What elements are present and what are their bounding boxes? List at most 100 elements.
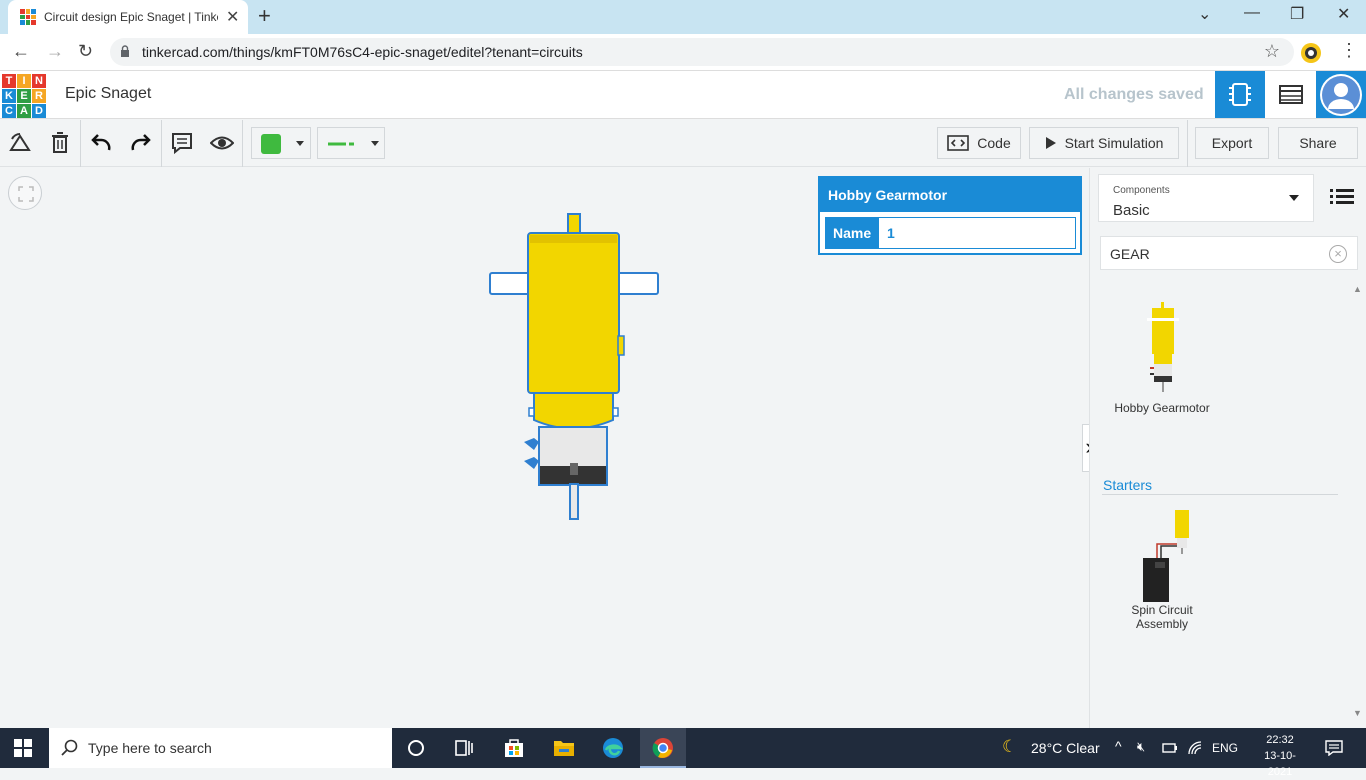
back-icon[interactable]: ← bbox=[12, 41, 30, 62]
chrome-taskbar-item[interactable] bbox=[640, 728, 686, 768]
chevron-down-icon bbox=[371, 141, 379, 146]
breadboard-icon bbox=[1229, 83, 1251, 106]
visibility-eye-icon[interactable] bbox=[210, 130, 234, 156]
notifications-icon[interactable] bbox=[1325, 740, 1343, 756]
address-bar: ← → ↻ tinkercad.com/things/kmFT0M76sC4-e… bbox=[0, 34, 1366, 71]
browser-tab-strip: Circuit design Epic Snaget | Tinke ✕ + ⌄… bbox=[0, 0, 1366, 34]
clock-time: 22:32 bbox=[1266, 734, 1294, 746]
export-button[interactable]: Export bbox=[1195, 127, 1269, 159]
component-inspector: Hobby Gearmotor Name 1 bbox=[818, 176, 1082, 255]
wire-style-icon bbox=[328, 142, 354, 146]
hobby-gearmotor-component[interactable] bbox=[480, 205, 670, 530]
browser-menu-icon[interactable]: ⋮ bbox=[1340, 40, 1358, 61]
clear-search-icon[interactable]: × bbox=[1329, 245, 1347, 263]
fit-view-icon bbox=[18, 186, 34, 202]
gearmotor-thumbnail bbox=[1147, 302, 1179, 392]
taskbar-search-input[interactable]: Type here to search bbox=[49, 728, 392, 768]
logo-letter: T bbox=[2, 74, 16, 88]
rotate-icon[interactable] bbox=[8, 130, 32, 156]
simulate-label: Start Simulation bbox=[1064, 135, 1164, 151]
divider bbox=[1102, 494, 1338, 495]
tab-search-icon[interactable]: ⌄ bbox=[1198, 4, 1211, 24]
share-label: Share bbox=[1299, 135, 1337, 151]
search-icon bbox=[61, 739, 78, 756]
logo-letter: C bbox=[2, 104, 16, 118]
logo-letter: N bbox=[32, 74, 46, 88]
close-tab-icon[interactable]: ✕ bbox=[226, 7, 239, 27]
moon-weather-icon: ☾ bbox=[1002, 737, 1018, 756]
caret-down-icon bbox=[1289, 195, 1299, 201]
delete-icon[interactable] bbox=[48, 130, 72, 156]
browser-tab[interactable]: Circuit design Epic Snaget | Tinke ✕ bbox=[8, 0, 248, 34]
component-list-view-button[interactable] bbox=[1266, 71, 1316, 118]
user-avatar-button[interactable] bbox=[1316, 71, 1366, 118]
export-label: Export bbox=[1211, 135, 1253, 151]
bookmark-star-icon[interactable]: ☆ bbox=[1264, 41, 1280, 62]
code-button[interactable]: Code bbox=[937, 127, 1021, 159]
edge-icon[interactable] bbox=[601, 736, 625, 760]
play-icon bbox=[1045, 137, 1056, 149]
name-label: Name bbox=[825, 217, 878, 249]
code-icon bbox=[947, 135, 970, 151]
scroll-up-icon[interactable]: ▲ bbox=[1353, 284, 1362, 294]
volume-icon[interactable]: 🔇︎ bbox=[1137, 739, 1145, 755]
avatar-icon bbox=[1320, 74, 1362, 116]
battery-icon[interactable] bbox=[1162, 742, 1178, 754]
search-query: GEAR bbox=[1110, 246, 1150, 262]
minimize-icon[interactable]: — bbox=[1244, 4, 1260, 22]
restore-icon[interactable]: ❐ bbox=[1290, 4, 1304, 24]
scroll-down-icon[interactable]: ▼ bbox=[1353, 708, 1362, 718]
wifi-icon[interactable] bbox=[1187, 740, 1203, 756]
wire-type-dropdown[interactable] bbox=[317, 127, 385, 159]
name-input[interactable]: 1 bbox=[878, 217, 1076, 249]
editor-toolbar: Code Start Simulation Export Share bbox=[0, 120, 1366, 167]
share-button[interactable]: Share bbox=[1278, 127, 1358, 159]
windows-start-icon[interactable] bbox=[14, 739, 32, 757]
fill-color-dropdown[interactable] bbox=[251, 127, 311, 159]
search-placeholder: Type here to search bbox=[88, 740, 212, 756]
design-name[interactable]: Epic Snaget bbox=[65, 85, 151, 103]
redo-icon[interactable] bbox=[129, 130, 153, 156]
logo-letter: I bbox=[17, 74, 31, 88]
start-simulation-button[interactable]: Start Simulation bbox=[1029, 127, 1179, 159]
code-label: Code bbox=[977, 135, 1011, 151]
starter-item-spin-circuit[interactable]: Spin Circuit Assembly bbox=[1120, 506, 1204, 631]
color-swatch bbox=[261, 134, 281, 154]
tinkercad-logo[interactable]: T I N K E R C A D bbox=[2, 74, 46, 118]
result-label: Hobby Gearmotor bbox=[1114, 401, 1210, 415]
inspector-title: Hobby Gearmotor bbox=[820, 178, 1080, 212]
lock-icon bbox=[121, 45, 129, 57]
weather-text[interactable]: 28°C Clear bbox=[1031, 740, 1100, 756]
tab-title: Circuit design Epic Snaget | Tinke bbox=[44, 10, 218, 24]
task-view-icon[interactable] bbox=[452, 736, 476, 760]
component-search-input[interactable]: GEAR × bbox=[1100, 236, 1358, 270]
spin-circuit-thumbnail bbox=[1143, 510, 1189, 602]
logo-letter: K bbox=[2, 89, 16, 103]
components-value: Basic bbox=[1113, 202, 1150, 219]
url-input[interactable]: tinkercad.com/things/kmFT0M76sC4-epic-sn… bbox=[110, 38, 1294, 66]
list-view-icon[interactable] bbox=[1328, 185, 1356, 209]
circuit-view-button[interactable] bbox=[1215, 71, 1265, 118]
component-item-hobby-gearmotor[interactable]: Hobby Gearmotor bbox=[1110, 298, 1214, 415]
cortana-icon[interactable] bbox=[404, 736, 428, 760]
file-explorer-icon[interactable] bbox=[552, 736, 576, 760]
extension-icon[interactable] bbox=[1300, 42, 1322, 64]
reload-icon[interactable]: ↻ bbox=[78, 41, 93, 62]
notes-icon[interactable] bbox=[170, 130, 194, 156]
store-icon[interactable] bbox=[502, 736, 526, 760]
chevron-up-icon[interactable]: ^ bbox=[1115, 738, 1122, 754]
language-indicator[interactable]: ENG bbox=[1212, 741, 1238, 755]
undo-icon[interactable] bbox=[89, 130, 113, 156]
logo-letter: D bbox=[32, 104, 46, 118]
zoom-to-fit-button[interactable] bbox=[8, 176, 42, 210]
url-text: tinkercad.com/things/kmFT0M76sC4-epic-sn… bbox=[142, 44, 583, 60]
close-window-icon[interactable]: ✕ bbox=[1337, 4, 1350, 24]
logo-letter: R bbox=[32, 89, 46, 103]
clock[interactable]: 22:32 13-10-2021 bbox=[1258, 732, 1302, 780]
forward-icon[interactable]: → bbox=[46, 41, 64, 62]
components-dropdown[interactable]: Components Basic bbox=[1098, 174, 1314, 222]
table-icon bbox=[1279, 85, 1303, 104]
clock-date: 13-10-2021 bbox=[1264, 750, 1296, 778]
new-tab-icon[interactable]: + bbox=[258, 3, 271, 29]
logo-letter: A bbox=[17, 104, 31, 118]
